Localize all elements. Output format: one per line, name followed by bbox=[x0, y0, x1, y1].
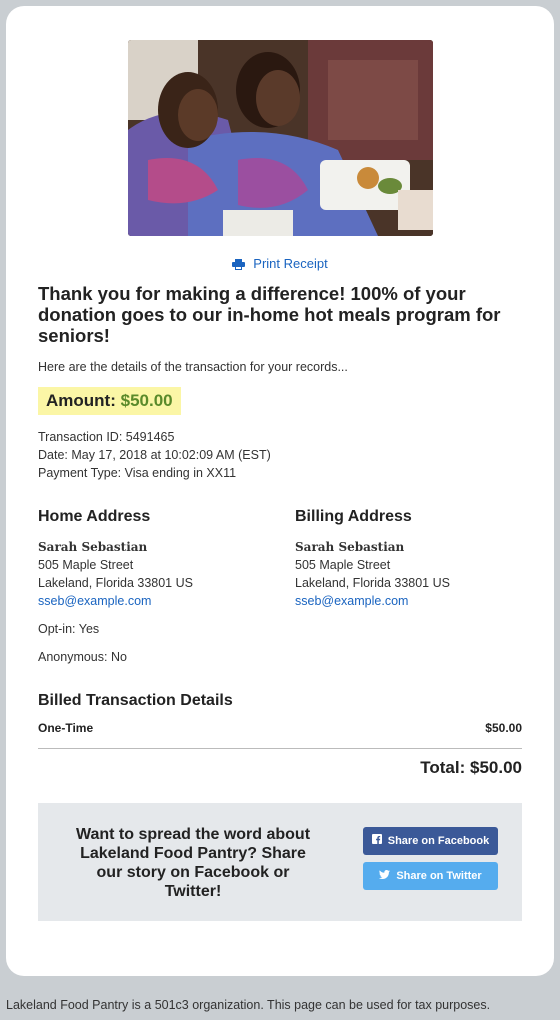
payment-type: Payment Type: Visa ending in XX11 bbox=[38, 466, 237, 480]
divider bbox=[38, 748, 522, 749]
home-address-city: Lakeland, Florida 33801 US bbox=[38, 576, 193, 590]
home-address-name: Sarah Sebastian bbox=[38, 540, 148, 554]
transaction-meta: Transaction ID: 5491465 Date: May 17, 20… bbox=[38, 428, 271, 482]
billing-address: Billing Address Sarah Sebastian 505 Mapl… bbox=[295, 508, 535, 610]
amount-label: Amount: bbox=[46, 391, 116, 410]
printer-icon bbox=[232, 258, 246, 273]
anonymous-status: Anonymous: No bbox=[38, 650, 127, 664]
home-address-street: 505 Maple Street bbox=[38, 558, 134, 572]
billing-address-email[interactable]: sseb@example.com bbox=[295, 594, 408, 608]
billing-address-street: 505 Maple Street bbox=[295, 558, 391, 572]
billed-details-heading: Billed Transaction Details bbox=[38, 692, 233, 709]
share-twitter-button[interactable]: Share on Twitter bbox=[363, 862, 498, 890]
billing-address-name: Sarah Sebastian bbox=[295, 540, 405, 554]
intro-text: Here are the details of the transaction … bbox=[38, 360, 348, 374]
print-receipt-label[interactable]: Print Receipt bbox=[253, 256, 327, 271]
amount-value: $50.00 bbox=[120, 391, 173, 410]
receipt-card: Print Receipt Thank you for making a dif… bbox=[6, 6, 554, 976]
footer-note: Lakeland Food Pantry is a 501c3 organiza… bbox=[6, 998, 491, 1012]
transaction-id: Transaction ID: 5491465 bbox=[38, 430, 175, 444]
share-message: Want to spread the word about Lakeland F… bbox=[75, 826, 311, 900]
home-address-heading: Home Address bbox=[38, 508, 151, 525]
billed-item-amount: $50.00 bbox=[485, 721, 522, 735]
home-address: Home Address Sarah Sebastian 505 Maple S… bbox=[38, 508, 278, 610]
billing-address-city: Lakeland, Florida 33801 US bbox=[295, 576, 450, 590]
share-twitter-label[interactable]: Share on Twitter bbox=[396, 870, 481, 882]
billed-item-row: One-Time $50.00 bbox=[38, 721, 522, 735]
share-facebook-button[interactable]: Share on Facebook bbox=[363, 827, 498, 855]
total-amount: Total: $50.00 bbox=[420, 758, 522, 777]
amount-badge: Amount: $50.00 bbox=[38, 387, 181, 415]
transaction-date: Date: May 17, 2018 at 10:02:09 AM (EST) bbox=[38, 448, 271, 462]
print-receipt-link[interactable]: Print Receipt bbox=[6, 256, 554, 273]
thank-you-heading: Thank you for making a difference! 100% … bbox=[38, 283, 501, 346]
hero-photo bbox=[128, 40, 433, 236]
billed-item-label: One-Time bbox=[38, 721, 94, 735]
opt-in-status: Opt-in: Yes bbox=[38, 622, 100, 636]
facebook-icon bbox=[371, 827, 382, 855]
billing-address-heading: Billing Address bbox=[295, 508, 412, 525]
share-facebook-label[interactable]: Share on Facebook bbox=[388, 835, 489, 847]
twitter-icon bbox=[379, 862, 391, 890]
share-panel: Want to spread the word about Lakeland F… bbox=[38, 803, 522, 921]
home-address-email[interactable]: sseb@example.com bbox=[38, 594, 151, 608]
